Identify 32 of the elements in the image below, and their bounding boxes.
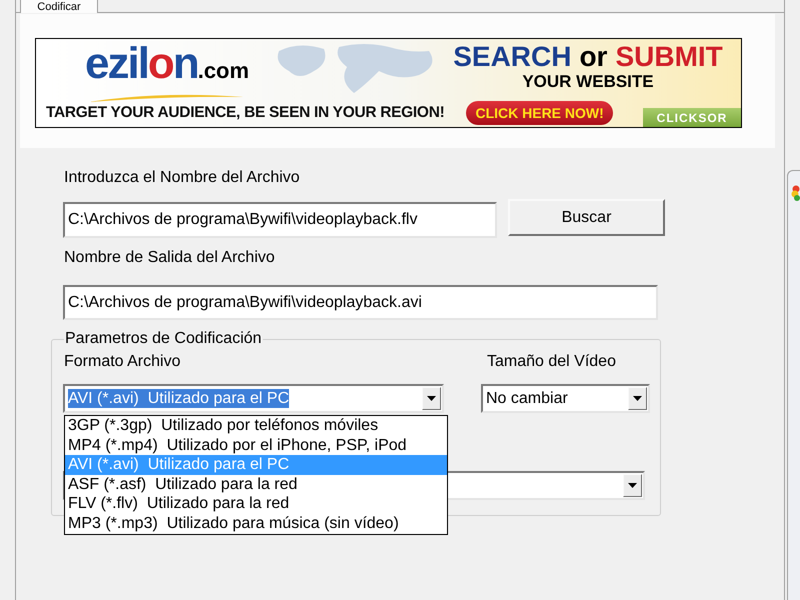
ad-banner[interactable]: ezilon.com SEARCH or SUBMIT YOUR WEBSITE TARGET YOUR AUDIENCE, BE SEEN IN YOUR REGION! CLICK HERE NOW! CLICKSOR <box>35 38 742 128</box>
file-path-input[interactable]: C:\Archivos de programa\Bywifi\videoplayback.flv <box>63 202 497 238</box>
dropdown-arrow-button[interactable] <box>628 387 647 410</box>
field-label: Nombre de Salida del Archivo <box>64 248 275 268</box>
tagline-text: TARGET YOUR AUDIENCE, BE SEEN IN YOUR REGION! <box>46 104 444 122</box>
field-label: Formato Archivo <box>64 353 180 370</box>
field-label: Introduzca el Nombre del Archivo <box>64 168 300 188</box>
select-value: No cambiar <box>486 389 568 408</box>
dropdown-arrow-button[interactable] <box>422 387 441 410</box>
caret-icon <box>633 396 642 401</box>
format-select[interactable]: AVI (*.avi) Utilizado para el PC <box>63 384 444 413</box>
size-select[interactable]: No cambiar <box>481 384 650 413</box>
dropdown-option[interactable]: MP3 (*.mp3) Utilizado para música (sin vídeo) <box>65 514 447 534</box>
dropdown-option[interactable]: MP4 (*.mp4) Utilizado por el iPhone, PSP, iPod <box>65 436 447 456</box>
dropdown-option[interactable]: 3GP (*.3gp) Utilizado por teléfonos móviles <box>65 416 447 436</box>
headline-text: SEARCH or SUBMIT <box>453 42 723 72</box>
logo-text: ezilon.com <box>85 42 250 90</box>
select-value: AVI (*.avi) Utilizado para el PC <box>68 389 290 408</box>
app-icon[interactable] <box>791 185 800 201</box>
caret-icon <box>628 483 637 488</box>
tab[interactable]: Codificar <box>20 0 98 13</box>
subheadline-text: YOUR WEBSITE <box>522 72 654 92</box>
group-title: Parametros de Codificación <box>64 330 263 348</box>
file-path-input[interactable]: C:\Archivos de programa\Bywifi\videoplayback.avi <box>63 285 658 320</box>
ad-network-badge: CLICKSOR <box>643 108 741 127</box>
dropdown-option[interactable]: ASF (*.asf) Utilizado para la red <box>65 474 447 494</box>
cta-button[interactable]: CLICK HERE NOW! <box>466 101 613 125</box>
dropdown-arrow-button[interactable] <box>623 474 642 497</box>
browse-button[interactable]: Buscar <box>508 199 665 236</box>
dropdown-option[interactable]: FLV (*.flv) Utilizado para la red <box>65 494 447 514</box>
field-label: Tamaño del Vídeo <box>487 352 616 372</box>
caret-icon <box>427 396 436 401</box>
